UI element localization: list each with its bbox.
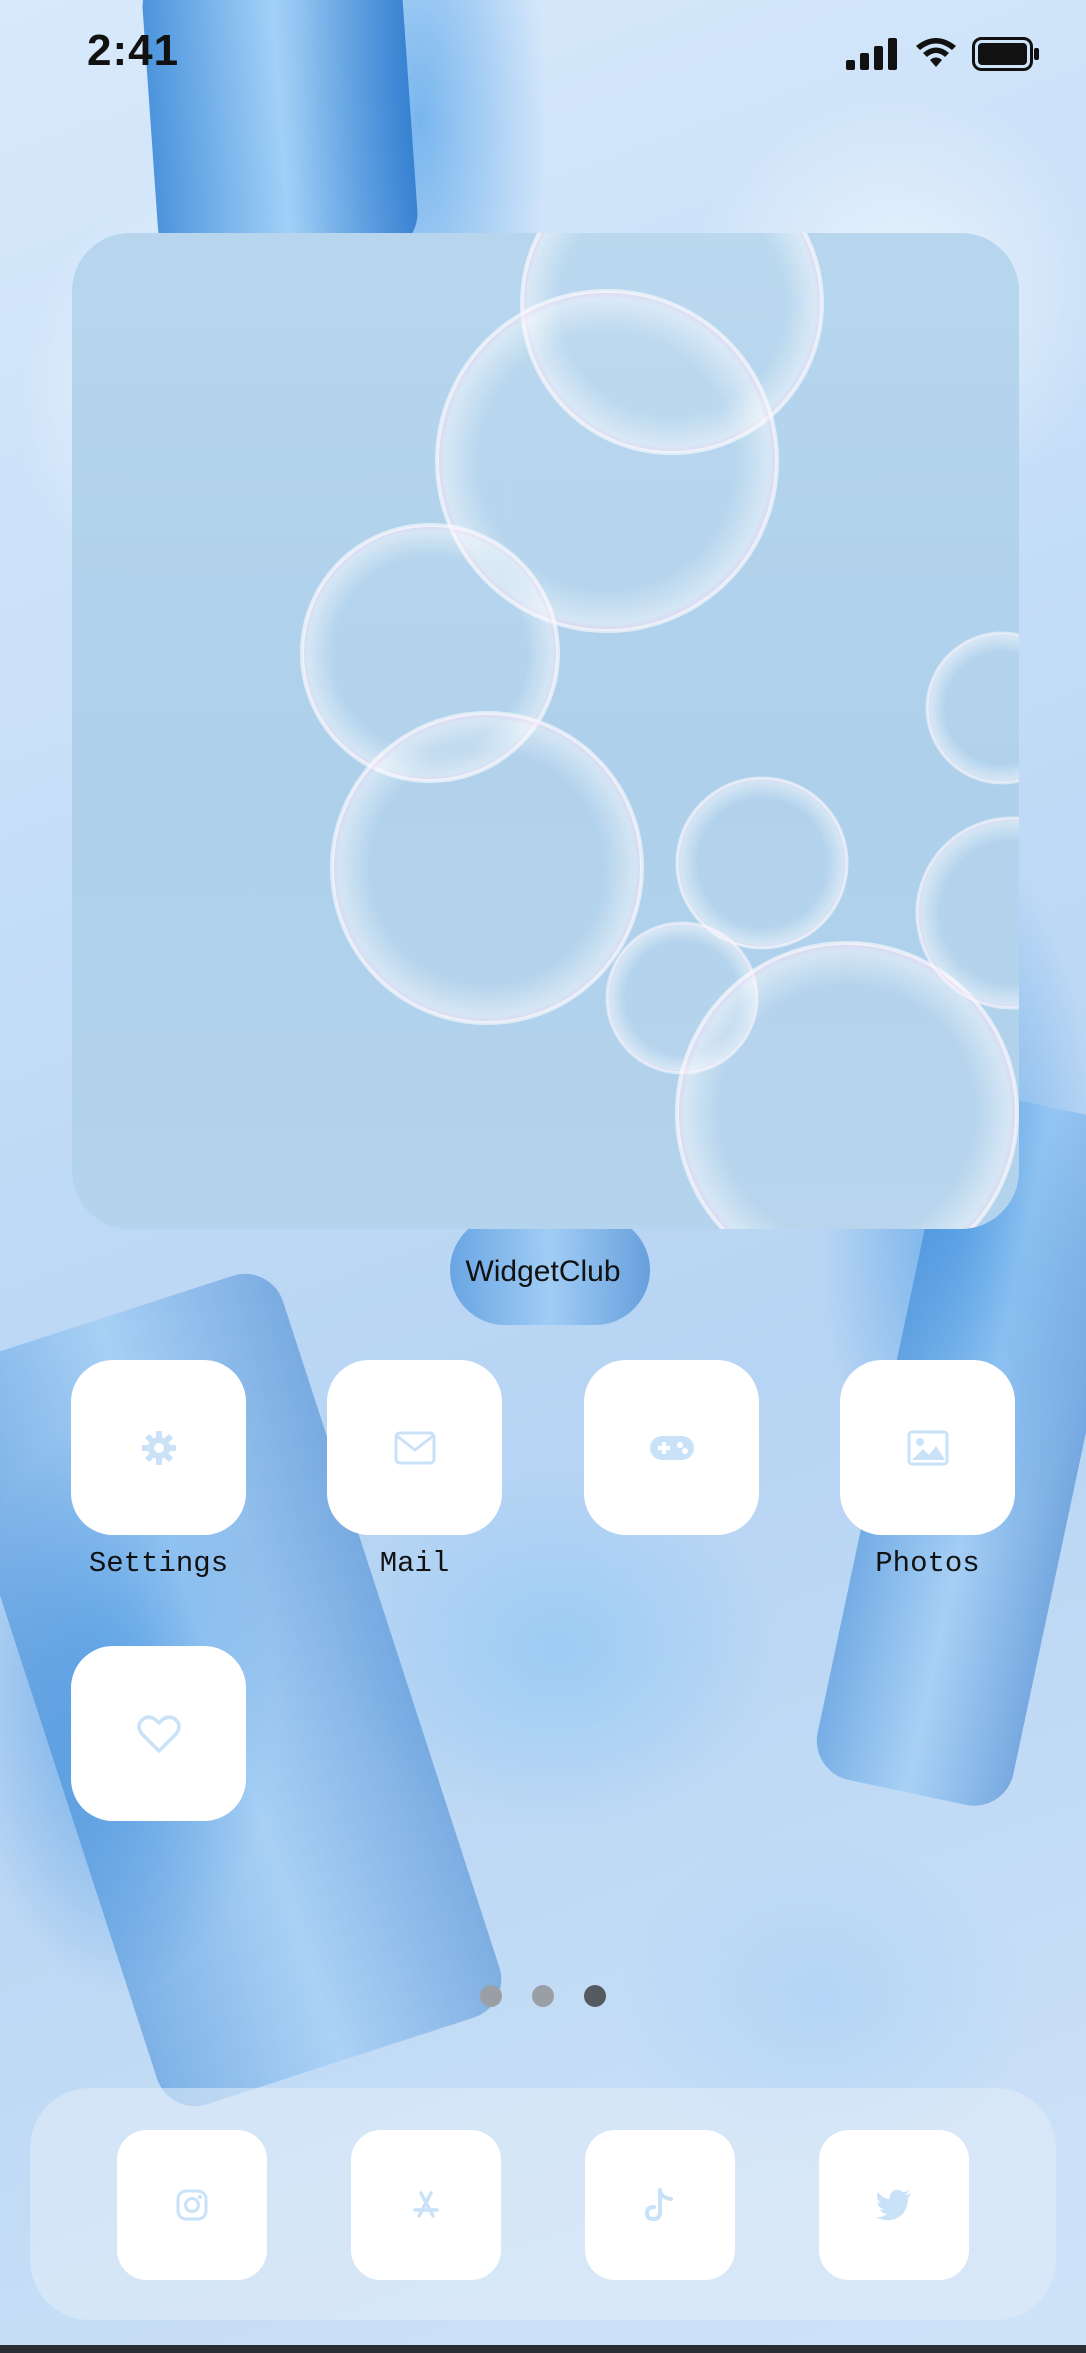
wifi-icon: [916, 38, 956, 67]
heart-icon: [136, 1714, 181, 1753]
status-icons: [846, 36, 1040, 72]
dock-app-twitter[interactable]: [819, 2130, 969, 2280]
bottom-edge-bar: [0, 2345, 1086, 2353]
gamepad-icon: [649, 1435, 694, 1460]
app-label: Mail: [379, 1547, 450, 1580]
app-settings[interactable]: Settings: [71, 1360, 246, 1580]
page-dot-active[interactable]: [584, 1985, 606, 2007]
dock-app-instagram[interactable]: [117, 2130, 267, 2280]
dock-app-app-store[interactable]: [351, 2130, 501, 2280]
dock-app-tiktok[interactable]: [585, 2130, 735, 2280]
app-favorites[interactable]: [71, 1646, 246, 1833]
battery-icon: [972, 37, 1039, 71]
twitter-icon: [876, 2189, 911, 2221]
app-tile[interactable]: [71, 1646, 246, 1821]
app-tile[interactable]: [71, 1360, 246, 1535]
page-indicator[interactable]: [0, 1985, 1086, 2007]
app-mail[interactable]: Mail: [327, 1360, 502, 1580]
app-store-icon: [413, 2191, 439, 2218]
gear-icon: [141, 1430, 176, 1465]
app-tile[interactable]: [327, 1360, 502, 1535]
cellular-signal-icon: [846, 38, 897, 70]
image-icon: [907, 1430, 948, 1465]
app-photos[interactable]: Photos: [840, 1360, 1015, 1580]
home-screen: 2:41 WidgetClub Settings Mail Photos: [0, 0, 1086, 2353]
page-dot[interactable]: [480, 1985, 502, 2007]
tiktok-icon: [644, 2188, 673, 2222]
app-label: Photos: [875, 1547, 980, 1580]
app-tile[interactable]: [584, 1360, 759, 1535]
widget-label: WidgetClub: [465, 1255, 621, 1288]
app-label: Settings: [88, 1547, 229, 1580]
photo-widget[interactable]: [72, 233, 1019, 1229]
status-time: 2:41: [87, 26, 180, 75]
app-tile[interactable]: [840, 1360, 1015, 1535]
app-game[interactable]: [584, 1360, 759, 1547]
envelope-icon: [394, 1431, 435, 1464]
page-dot[interactable]: [532, 1985, 554, 2007]
instagram-icon: [176, 2189, 208, 2221]
status-bar: 2:41: [0, 0, 1086, 110]
bubbles-photo: [300, 233, 1019, 1229]
